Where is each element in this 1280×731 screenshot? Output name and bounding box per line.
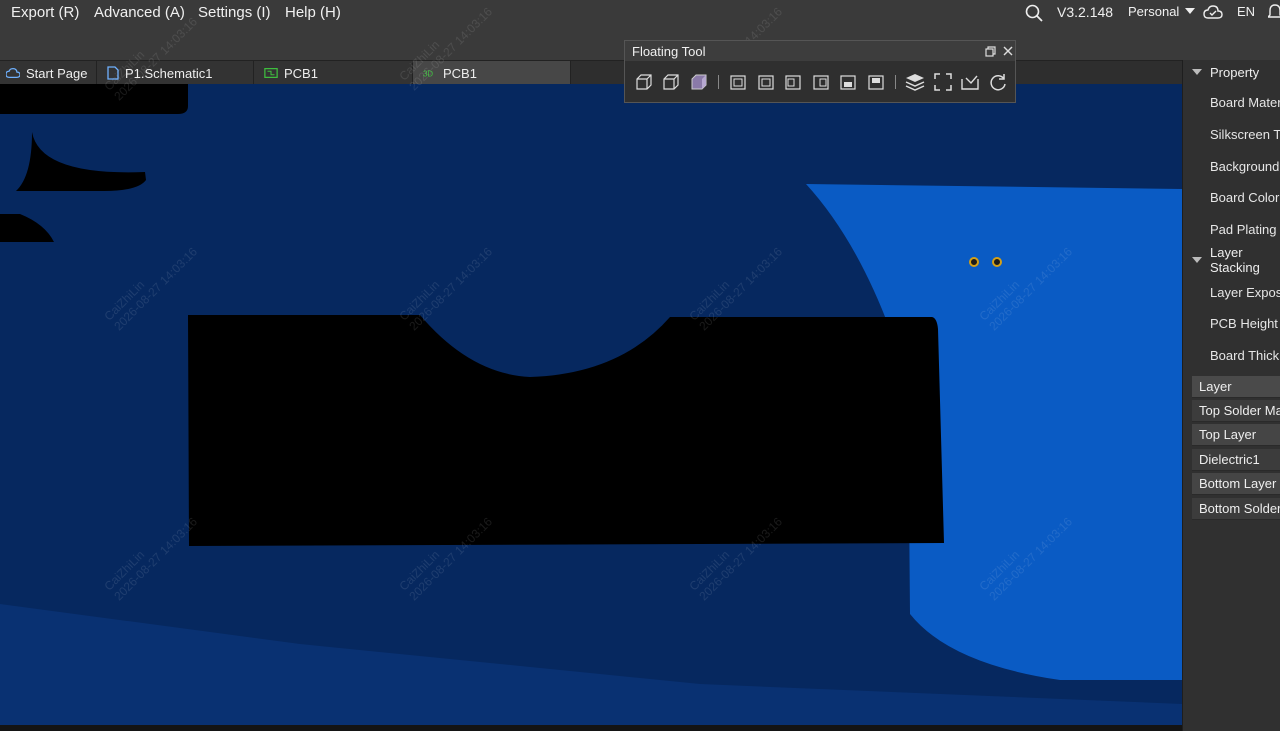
svg-text:3D: 3D <box>423 70 433 79</box>
menu-export[interactable]: Export (R) <box>11 4 79 21</box>
view-right-icon[interactable] <box>810 71 832 93</box>
3d-view-icon: 3D <box>423 70 433 79</box>
tab-label: PCB1 <box>443 65 477 81</box>
cloud-icon <box>6 68 20 78</box>
collapse-caret-icon <box>1192 257 1202 263</box>
collapse-caret-icon <box>1192 69 1202 75</box>
layer-table-header: Layer <box>1192 376 1280 398</box>
floating-tool-window[interactable]: Floating Tool <box>624 40 1016 103</box>
via-hole <box>992 257 1002 267</box>
property-pad-plating-color[interactable]: Pad Plating Color <box>1210 222 1280 237</box>
layers-icon[interactable] <box>904 71 926 93</box>
layer-row-bottom-layer[interactable]: Bottom Layer <box>1192 473 1280 495</box>
view-left-icon[interactable] <box>782 71 804 93</box>
property-silkscreen-text[interactable]: Silkscreen Text <box>1210 127 1280 142</box>
property-board-material[interactable]: Board Material <box>1210 95 1280 110</box>
view-front-icon[interactable] <box>837 71 859 93</box>
view-iso-solid-icon[interactable] <box>688 71 710 93</box>
tab-start-page[interactable]: Start Page <box>0 61 97 85</box>
property-pcb-height-fix[interactable]: PCB Height Fix <box>1210 316 1280 331</box>
status-strip <box>0 725 1182 731</box>
document-icon <box>107 66 119 80</box>
menu-help[interactable]: Help (H) <box>285 4 341 21</box>
restore-icon[interactable] <box>985 46 996 57</box>
tab-label: P1.Schematic1 <box>125 65 213 81</box>
floating-tool-title: Floating Tool <box>632 44 706 59</box>
tab-label: Start Page <box>26 65 88 81</box>
account-dropdown[interactable]: Personal <box>1128 4 1179 19</box>
export-image-icon[interactable] <box>959 71 981 93</box>
view-iso-back-icon[interactable] <box>660 71 682 93</box>
property-panel: Property Board Material Silkscreen Text … <box>1182 60 1280 731</box>
view-bottom-icon[interactable] <box>755 71 777 93</box>
3d-viewport[interactable] <box>0 84 1182 725</box>
fit-view-icon[interactable] <box>932 71 954 93</box>
view-top-icon[interactable] <box>727 71 749 93</box>
tab-label: PCB1 <box>284 65 318 81</box>
toolbar-separator <box>718 75 719 89</box>
bell-icon[interactable] <box>1268 4 1280 20</box>
cloud-sync-icon[interactable] <box>1203 4 1223 20</box>
tab-schematic[interactable]: P1.Schematic1 <box>97 61 254 85</box>
layer-row-top-layer[interactable]: Top Layer <box>1192 424 1280 446</box>
layer-row-top-solder-mask[interactable]: Top Solder Mask <box>1192 400 1280 422</box>
property-board-color[interactable]: Board Color <box>1210 190 1279 205</box>
pcb-icon <box>264 68 278 78</box>
version-label: V3.2.148 <box>1057 4 1114 20</box>
tab-pcb-3d[interactable]: 3D PCB1 <box>413 61 571 85</box>
view-back-icon[interactable] <box>865 71 887 93</box>
chevron-down-icon[interactable] <box>1185 8 1195 15</box>
close-icon[interactable] <box>1003 46 1013 56</box>
floating-toolbar <box>625 61 1015 102</box>
menu-advanced[interactable]: Advanced (A) <box>94 4 185 21</box>
refresh-icon[interactable] <box>987 71 1009 93</box>
property-background-color[interactable]: Background Color <box>1210 159 1280 174</box>
language-switch[interactable]: EN <box>1237 4 1255 19</box>
view-iso-front-icon[interactable] <box>633 71 655 93</box>
layer-row-bottom-solder-mask[interactable]: Bottom Solder Mask <box>1192 498 1280 520</box>
search-icon[interactable] <box>1025 4 1043 22</box>
board-render <box>0 84 1182 725</box>
property-layer-exposed[interactable]: Layer Exposed <box>1210 285 1280 300</box>
toolbar-separator <box>895 75 896 89</box>
via-hole <box>969 257 979 267</box>
layer-stacking-section-header[interactable]: Layer Stacking <box>1183 245 1280 275</box>
tab-pcb-2d[interactable]: PCB1 <box>254 61 413 85</box>
property-board-thickness[interactable]: Board Thickness <box>1210 348 1280 363</box>
layer-row-dielectric1[interactable]: Dielectric1 <box>1192 449 1280 471</box>
property-section-header[interactable]: Property <box>1183 60 1280 84</box>
menu-settings[interactable]: Settings (I) <box>198 4 271 21</box>
